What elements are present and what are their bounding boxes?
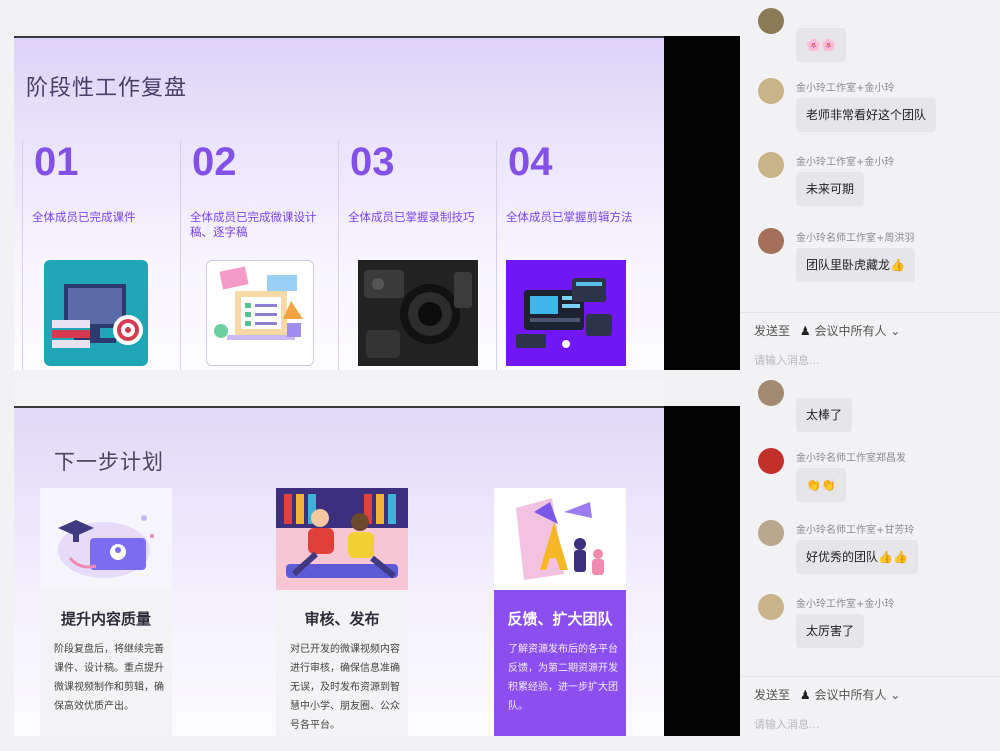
send-target-selector[interactable]: 发送至 ♟ 会议中所有人 ⌄ [754, 686, 900, 703]
send-label: 发送至 [754, 688, 791, 702]
black-video-panel [664, 406, 740, 736]
message-bubble: 团队里卧虎藏龙👍 [796, 248, 915, 282]
avatar [758, 8, 784, 34]
message-input[interactable]: 请输入消息... [754, 352, 820, 368]
chat-message: 金小玲名师工作室+周洪羽 团队里卧虎藏龙👍 [758, 228, 978, 284]
review-item-4: 04 全体成员已掌握剪辑方法 [496, 140, 648, 370]
column-divider [338, 140, 339, 370]
user-icon: ♟ [799, 688, 811, 702]
sender-name: 金小玲工作室+金小玲 [796, 83, 895, 94]
plan-card-review: 审核、发布 对已开发的微课视频内容进行审核，确保信息准确无误，及时发布资源到智慧… [276, 488, 408, 736]
message-bubble: 太棒了 [796, 398, 853, 432]
review-item-2: 02 全体成员已完成微课设计稿、逐字稿 [180, 140, 332, 370]
card-title: 提升内容质量 [60, 610, 151, 628]
message-input[interactable]: 请输入消息... [754, 716, 820, 732]
avatar [758, 78, 784, 104]
chat-message: 🌸🌸 [758, 8, 978, 64]
message-bubble: 🌸🌸 [796, 28, 846, 62]
avatar [758, 520, 784, 546]
message-bubble: 太厉害了 [796, 614, 865, 648]
camera-gear-photo [358, 260, 478, 366]
message-bubble: 好优秀的团队👍👍 [796, 540, 918, 574]
message-bubble: 老师非常看好这个团队 [796, 98, 937, 132]
review-item-1: 01 全体成员已完成课件 [22, 140, 174, 370]
chat-message: 金小玲工作室+金小玲 未来可期 [758, 152, 978, 208]
black-video-panel [664, 36, 740, 370]
design-draft-illustration [206, 260, 314, 366]
chat-message: 金小玲名师工作室郑昌发 👏👏 [758, 448, 978, 504]
sender-name: 金小玲工作室+金小玲 [796, 157, 895, 168]
card-body: 对已开发的微课视频内容进行审核，确保信息准确无误，及时发布资源到智慧中小学、朋友… [290, 644, 400, 731]
chat-panel: 🌸🌸 金小玲工作室+金小玲 老师非常看好这个团队 金小玲工作室+金小玲 未来可期… [740, 0, 1000, 751]
avatar [758, 594, 784, 620]
sender-name: 金小玲工作室+金小玲 [796, 599, 895, 610]
send-label: 发送至 [754, 324, 791, 338]
send-target: 会议中所有人 [814, 688, 887, 702]
slide-top-band [14, 380, 664, 406]
avatar [758, 152, 784, 178]
avatar [758, 228, 784, 254]
graduation-illustration [40, 488, 172, 590]
send-target-selector[interactable]: 发送至 ♟ 会议中所有人 ⌄ [754, 322, 900, 339]
card-body: 阶段复盘后，将继续完善课件、设计稿。重点提升微课视频制作和剪辑，确保高效优质产出… [54, 644, 164, 712]
slide-title: 下一步计划 [54, 450, 164, 474]
slide-title: 阶段性工作复盘 [26, 76, 188, 101]
divider [740, 676, 1000, 677]
divider [740, 312, 1000, 313]
chevron-down-icon: ⌄ [890, 688, 901, 702]
chat-message: 金小玲名师工作室+甘芳玲 好优秀的团队👍👍 [758, 520, 978, 576]
courseware-illustration [44, 260, 148, 366]
card-title: 反馈、扩大团队 [507, 610, 613, 628]
user-icon: ♟ [799, 324, 811, 338]
screenshot-root: 阶段性工作复盘 01 全体成员已完成课件 02 全体成员已完成微课设计稿、逐字稿… [0, 0, 1000, 751]
avatar [758, 380, 784, 406]
card-title: 审核、发布 [304, 610, 380, 628]
sender-name: 金小玲名师工作室+甘芳玲 [796, 525, 915, 536]
slide-next-plan: 下一步计划 提升内容质量 阶段复盘后，将继续完善课件、设计稿。重点提升微课视频制… [14, 406, 664, 736]
plan-card-quality: 提升内容质量 阶段复盘后，将继续完善课件、设计稿。重点提升微课视频制作和剪辑，确… [40, 488, 172, 736]
item-number: 01 [34, 140, 79, 184]
reading-illustration [276, 488, 408, 590]
sender-name: 金小玲名师工作室+周洪羽 [796, 233, 915, 244]
column-divider [22, 140, 23, 370]
column-divider [180, 140, 181, 370]
chat-message: 太棒了 [758, 378, 978, 434]
message-bubble: 未来可期 [796, 172, 865, 206]
item-description: 全体成员已掌握剪辑方法 [506, 210, 633, 224]
sender-name: 金小玲名师工作室郑昌发 [796, 453, 906, 464]
send-target: 会议中所有人 [814, 324, 887, 338]
slide-work-review: 阶段性工作复盘 01 全体成员已完成课件 02 全体成员已完成微课设计稿、逐字稿… [14, 36, 664, 370]
item-description: 全体成员已完成微课设计稿、逐字稿 [190, 210, 317, 239]
item-number: 03 [350, 140, 395, 184]
editing-illustration [506, 260, 626, 366]
avatar [758, 448, 784, 474]
chat-message: 金小玲工作室+金小玲 太厉害了 [758, 594, 978, 650]
column-divider [496, 140, 497, 370]
review-item-3: 03 全体成员已掌握录制技巧 [338, 140, 490, 370]
item-number: 02 [192, 140, 237, 184]
item-description: 全体成员已掌握录制技巧 [348, 210, 475, 224]
chat-message: 金小玲工作室+金小玲 老师非常看好这个团队 [758, 78, 978, 134]
item-description: 全体成员已完成课件 [32, 210, 136, 224]
chevron-down-icon: ⌄ [890, 324, 901, 338]
message-bubble: 👏👏 [796, 468, 846, 502]
card-body: 了解资源发布后的各平台反馈，为第二期资源开发积累经验，进一步扩大团队。 [508, 644, 618, 712]
letter-a-illustration [494, 488, 626, 590]
item-number: 04 [508, 140, 553, 184]
plan-card-feedback: 反馈、扩大团队 了解资源发布后的各平台反馈，为第二期资源开发积累经验，进一步扩大… [494, 488, 626, 736]
